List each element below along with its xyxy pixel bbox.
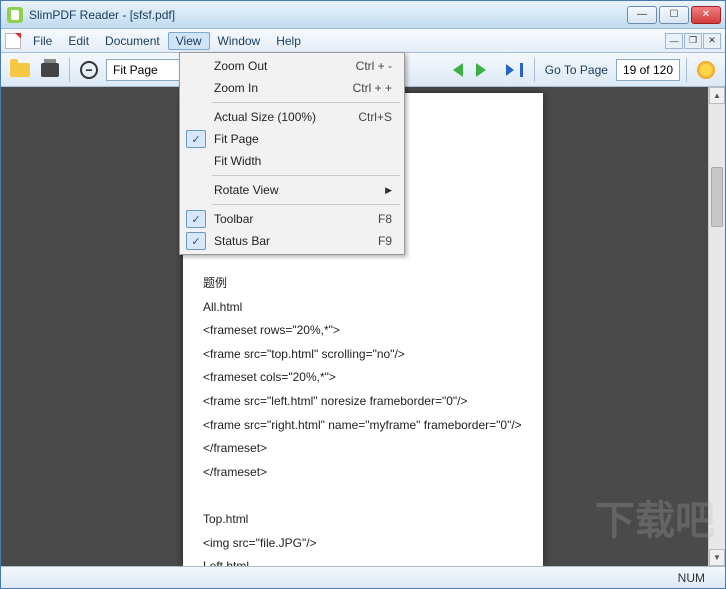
page-number-input[interactable]: 19 of 120 (616, 59, 680, 81)
menu-shortcut: Ctrl+S (358, 110, 392, 124)
menu-label: Zoom In (214, 81, 258, 95)
menu-shortcut: F9 (378, 234, 392, 248)
menu-label: Rotate View (214, 183, 278, 197)
document-text-line: All.html (203, 297, 523, 319)
menu-rotate-view[interactable]: Rotate View ▶ (182, 179, 402, 201)
menu-shortcut: Ctrl + + (353, 81, 392, 95)
zoom-out-button[interactable]: − (76, 57, 102, 83)
arrow-end-icon (506, 63, 523, 77)
watermark: 下载吧 (595, 488, 715, 546)
document-icon (5, 33, 21, 49)
close-button[interactable]: ✕ (691, 6, 721, 24)
document-text-line: Top.html (203, 509, 523, 531)
menubar: File Edit Document View Window Help — ❐ … (1, 29, 725, 53)
menu-fit-width[interactable]: Fit Width (182, 150, 402, 172)
maximize-button[interactable]: ☐ (659, 6, 689, 24)
toolbar-separator (69, 58, 70, 82)
minimize-button[interactable]: — (627, 6, 657, 24)
document-text-line: <frameset rows="20%,*"> (203, 320, 523, 342)
menu-label: Fit Width (214, 154, 261, 168)
menu-document[interactable]: Document (97, 32, 168, 50)
menu-label: Status Bar (214, 234, 270, 248)
document-text-line: <frame src="left.html" noresize framebor… (203, 391, 523, 413)
document-text-line: 题例 (203, 273, 523, 295)
open-button[interactable] (7, 57, 33, 83)
menu-shortcut: Ctrl + - (356, 59, 392, 73)
menu-file[interactable]: File (25, 32, 60, 50)
menu-separator (212, 175, 400, 176)
toolbar-separator (686, 58, 687, 82)
toolbar-separator (534, 58, 535, 82)
app-icon (7, 7, 23, 23)
last-page-button[interactable] (502, 57, 528, 83)
arrow-left-icon (446, 63, 463, 77)
page-number-text: 19 of 120 (623, 63, 673, 77)
menu-zoom-in[interactable]: Zoom In Ctrl + + (182, 77, 402, 99)
menu-label: Actual Size (100%) (214, 110, 316, 124)
document-text-line (203, 485, 523, 507)
statusbar: NUM (1, 566, 725, 588)
mdi-controls: — ❐ ✕ (665, 33, 721, 49)
scroll-up-button[interactable]: ▲ (709, 87, 725, 104)
menu-actual-size[interactable]: Actual Size (100%) Ctrl+S (182, 106, 402, 128)
menu-help[interactable]: Help (268, 32, 309, 50)
check-icon: ✓ (186, 130, 206, 148)
document-text-line: <img src="file.JPG"/> (203, 533, 523, 555)
menu-fit-page[interactable]: ✓ Fit Page (182, 128, 402, 150)
menu-toolbar[interactable]: ✓ Toolbar F8 (182, 208, 402, 230)
document-text-line: <frameset cols="20%,*"> (203, 367, 523, 389)
menu-separator (212, 102, 400, 103)
vertical-scrollbar[interactable]: ▲ ▼ (708, 87, 725, 566)
window-title: SlimPDF Reader - [sfsf.pdf] (29, 8, 627, 22)
printer-icon (41, 63, 59, 77)
print-button[interactable] (37, 57, 63, 83)
menu-separator (212, 204, 400, 205)
mdi-close-button[interactable]: ✕ (703, 33, 721, 49)
mdi-minimize-button[interactable]: — (665, 33, 683, 49)
document-text-line: <frame src="top.html" scrolling="no"/> (203, 344, 523, 366)
submenu-arrow-icon: ▶ (385, 185, 392, 196)
favorite-button[interactable] (693, 57, 719, 83)
next-page-button[interactable] (472, 57, 498, 83)
check-icon: ✓ (186, 210, 206, 228)
goto-page-label: Go To Page (545, 63, 608, 77)
menu-view[interactable]: View (168, 32, 210, 50)
star-icon (697, 61, 715, 79)
view-dropdown-menu: Zoom Out Ctrl + - Zoom In Ctrl + + Actual … (179, 52, 405, 255)
menu-window[interactable]: Window (210, 32, 269, 50)
status-num-indicator: NUM (678, 571, 705, 585)
zoom-text: Fit Page (113, 63, 158, 77)
prev-page-button[interactable] (442, 57, 468, 83)
titlebar[interactable]: SlimPDF Reader - [sfsf.pdf] — ☐ ✕ (1, 1, 725, 29)
menu-shortcut: F8 (378, 212, 392, 226)
document-text-line: </frameset> (203, 438, 523, 460)
app-window: SlimPDF Reader - [sfsf.pdf] — ☐ ✕ File E… (0, 0, 726, 589)
menu-status-bar[interactable]: ✓ Status Bar F9 (182, 230, 402, 252)
menu-label: Zoom Out (214, 59, 267, 73)
check-icon: ✓ (186, 232, 206, 250)
menu-label: Fit Page (214, 132, 259, 146)
minus-icon: − (80, 61, 98, 79)
window-controls: — ☐ ✕ (627, 6, 721, 24)
scroll-down-button[interactable]: ▼ (709, 549, 725, 566)
folder-icon (10, 63, 30, 77)
document-text-line: Left.html (203, 556, 523, 566)
menu-label: Toolbar (214, 212, 253, 226)
scroll-thumb[interactable] (711, 167, 723, 227)
mdi-restore-button[interactable]: ❐ (684, 33, 702, 49)
document-text-line: <frame src="right.html" name="myframe" f… (203, 415, 523, 437)
menu-edit[interactable]: Edit (60, 32, 97, 50)
arrow-right-icon (476, 63, 493, 77)
menu-zoom-out[interactable]: Zoom Out Ctrl + - (182, 55, 402, 77)
document-text-line: </frameset> (203, 462, 523, 484)
zoom-display[interactable]: Fit Page (106, 59, 186, 81)
